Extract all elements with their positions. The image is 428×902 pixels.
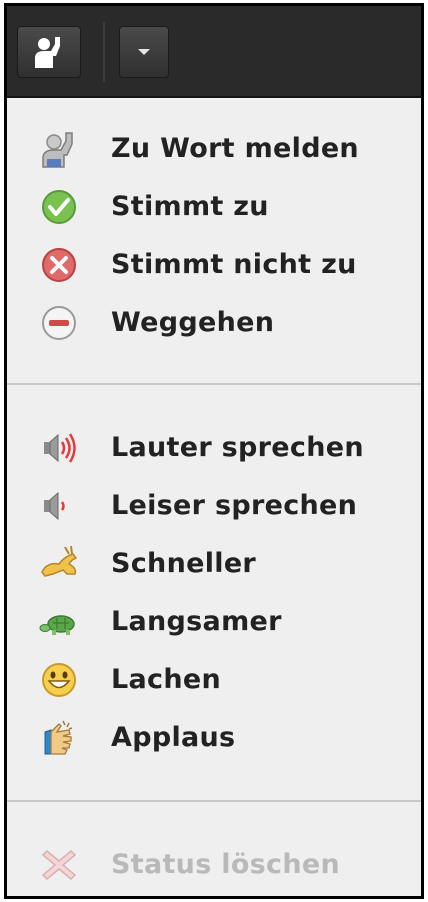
menu-item-speak-louder[interactable]: Lauter sprechen	[7, 419, 421, 477]
raise-hand-icon	[42, 132, 73, 168]
menu-item-label: Stimmt zu	[111, 190, 269, 222]
status-button[interactable]	[17, 26, 81, 78]
x-circle-icon	[42, 248, 76, 282]
menu-item-raise-hand[interactable]: Zu Wort melden	[7, 120, 421, 178]
menu-item-applause[interactable]: Applaus	[7, 709, 421, 767]
smiley-icon	[42, 663, 76, 697]
menu-item-label: Zu Wort melden	[111, 132, 359, 164]
menu-item-label: Status löschen	[111, 848, 341, 880]
menu-item-clear-status[interactable]: Status löschen	[7, 836, 421, 894]
toolbar	[7, 6, 421, 98]
menu-item-laugh[interactable]: Lachen	[7, 651, 421, 709]
status-menu: Zu Wort melden Stimmt zu Stimmt nicht zu…	[7, 98, 421, 896]
chevron-down-icon	[138, 49, 150, 55]
rabbit-icon	[41, 545, 78, 577]
menu-item-label: Applaus	[111, 721, 236, 753]
menu-item-speak-quieter[interactable]: Leiser sprechen	[7, 477, 421, 535]
minus-circle-icon	[42, 306, 76, 340]
menu-item-step-away[interactable]: Weggehen	[7, 294, 421, 352]
status-dropdown-button[interactable]	[119, 26, 169, 78]
menu-divider	[7, 383, 421, 385]
menu-item-label: Weggehen	[111, 306, 275, 338]
menu-divider	[7, 800, 421, 802]
turtle-icon	[39, 615, 75, 635]
menu-item-label: Lachen	[111, 663, 221, 695]
speaker-loud-icon	[44, 433, 76, 463]
raise-hand-person-icon	[35, 37, 60, 68]
menu-item-label: Schneller	[111, 547, 257, 579]
clear-x-icon	[41, 849, 77, 881]
menu-item-label: Langsamer	[111, 605, 282, 637]
speaker-quiet-icon	[44, 491, 65, 521]
menu-item-label: Lauter sprechen	[111, 431, 364, 463]
status-menu-window: Zu Wort melden Stimmt zu Stimmt nicht zu…	[4, 3, 424, 899]
menu-item-slower[interactable]: Langsamer	[7, 593, 421, 651]
menu-item-faster[interactable]: Schneller	[7, 535, 421, 593]
menu-item-disagree[interactable]: Stimmt nicht zu	[7, 236, 421, 294]
check-circle-icon	[42, 190, 76, 224]
applause-icon	[44, 720, 73, 755]
menu-item-label: Leiser sprechen	[111, 489, 358, 521]
menu-item-agree[interactable]: Stimmt zu	[7, 178, 421, 236]
toolbar-separator	[103, 22, 105, 82]
menu-item-label: Stimmt nicht zu	[111, 248, 357, 280]
